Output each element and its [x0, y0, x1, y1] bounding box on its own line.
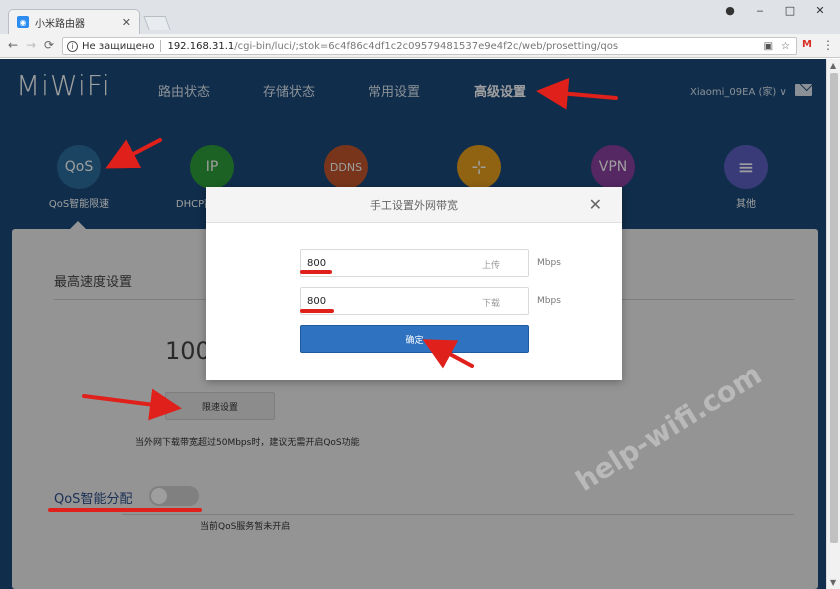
- browser-tab[interactable]: ◉ 小米路由器 ✕: [8, 9, 140, 34]
- download-unit: Mbps: [537, 296, 561, 306]
- upload-field[interactable]: 上传: [300, 249, 529, 277]
- scroll-thumb[interactable]: [830, 73, 838, 543]
- bandwidth-modal: 手工设置外网带宽 ✕ 上传 Mbps 下载 Mbps 确定: [206, 187, 622, 380]
- url-separator: [160, 40, 162, 52]
- star-icon[interactable]: ☆: [781, 41, 790, 52]
- modal-header: 手工设置外网带宽 ✕: [206, 187, 622, 223]
- wifi-favicon-icon: ◉: [17, 16, 29, 28]
- scroll-down-icon[interactable]: ▼: [830, 578, 836, 587]
- url-host: 192.168.31.1: [167, 40, 235, 52]
- minimize-button[interactable]: ‒: [750, 4, 770, 17]
- translate-icon[interactable]: ▣: [764, 41, 773, 52]
- tab-title: 小米路由器: [35, 18, 85, 30]
- maximize-button[interactable]: □: [780, 4, 800, 17]
- page-scrollbar[interactable]: ▲ ▼: [826, 59, 840, 589]
- forward-icon[interactable]: →: [26, 38, 36, 52]
- new-tab-button[interactable]: [143, 16, 171, 30]
- modal-close-icon[interactable]: ✕: [589, 195, 602, 214]
- security-indicator: Не защищено: [82, 40, 155, 52]
- close-window-button[interactable]: ✕: [810, 4, 830, 17]
- address-bar: ← → ⟳ i Не защищено 192.168.31.1 /cgi-bi…: [0, 34, 840, 58]
- upload-unit: Mbps: [537, 258, 561, 268]
- download-input[interactable]: [307, 288, 457, 314]
- info-icon[interactable]: i: [67, 40, 78, 52]
- upload-input[interactable]: [307, 250, 457, 276]
- url-input[interactable]: i Не защищено 192.168.31.1 /cgi-bin/luci…: [62, 37, 797, 55]
- url-path: /cgi-bin/luci/;stok=6c4f86c4df1c2c095794…: [234, 40, 619, 52]
- browser-menu-icon[interactable]: ⋮: [822, 38, 834, 52]
- confirm-button[interactable]: 确定: [300, 325, 529, 353]
- scroll-up-icon[interactable]: ▲: [830, 61, 836, 70]
- browser-tab-bar: ◉ 小米路由器 ✕ ● ‒ □ ✕: [0, 0, 840, 34]
- account-circle-icon[interactable]: ●: [720, 4, 740, 17]
- download-label: 下载: [481, 299, 500, 309]
- tab-close-icon[interactable]: ✕: [122, 16, 131, 29]
- upload-label: 上传: [481, 261, 500, 271]
- back-icon[interactable]: ←: [8, 38, 18, 52]
- download-field[interactable]: 下载: [300, 287, 529, 315]
- modal-title: 手工设置外网带宽: [370, 198, 458, 212]
- reload-icon[interactable]: ⟳: [44, 38, 54, 52]
- gmail-extension-icon[interactable]: M: [802, 39, 816, 52]
